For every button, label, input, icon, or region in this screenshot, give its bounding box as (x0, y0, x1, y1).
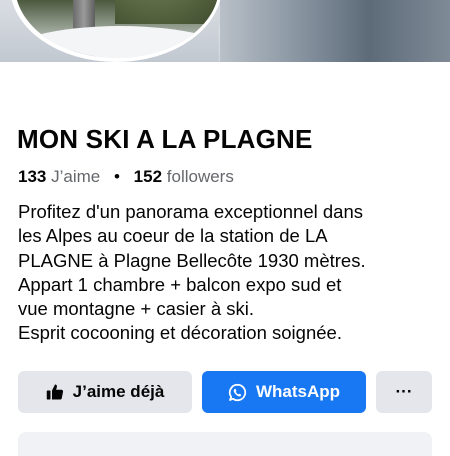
whatsapp-button[interactable]: WhatsApp (202, 371, 366, 413)
followers-count[interactable]: 152 (134, 167, 162, 186)
page-bio: Profitez d'un panorama exceptionnel dans… (18, 200, 433, 346)
followers-label[interactable]: followers (167, 167, 234, 186)
bio-line: PLAGNE à Plagne Bellecôte 1930 mètres. (18, 249, 366, 271)
bio-line: Profitez d'un panorama exceptionnel dans (18, 201, 363, 222)
avatar-tree-foliage (115, 0, 219, 24)
next-section-card (18, 432, 432, 456)
avatar-snow (15, 26, 219, 58)
cover-mountain-shape (220, 0, 450, 62)
thumbs-up-icon (46, 383, 64, 401)
more-options-icon: ··· (395, 382, 413, 401)
whatsapp-icon (228, 383, 247, 402)
bio-line: Esprit cocooning et décoration soignée. (18, 322, 342, 344)
page-stats: 133 J’aime • 152 followers (18, 167, 234, 187)
like-button-label: J’aime déjà (72, 382, 165, 401)
bio-line: les Alpes au coeur de la station de LA (18, 225, 328, 247)
stats-separator: • (113, 167, 120, 186)
profile-picture[interactable] (15, 0, 219, 58)
more-options-button[interactable]: ··· (376, 371, 432, 413)
likes-count[interactable]: 133 (18, 167, 46, 186)
bio-line: vue montagne + casier à ski. (18, 298, 255, 320)
whatsapp-button-label: WhatsApp (255, 382, 341, 401)
likes-label[interactable]: J’aime (51, 167, 100, 186)
like-button[interactable]: J’aime déjà (18, 371, 192, 413)
bio-line: Appart 1 chambre + balcon expo sud et (18, 273, 342, 295)
page-title: MON SKI A LA PLAGNE (17, 124, 313, 154)
